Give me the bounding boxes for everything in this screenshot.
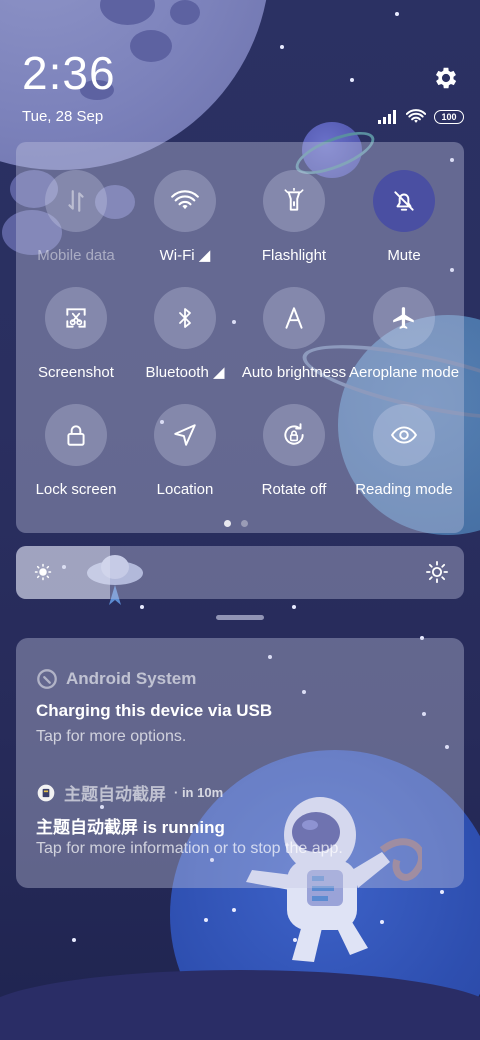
- brightness-low-icon: [34, 563, 52, 581]
- bell-muted-icon: [394, 191, 414, 211]
- auto-brightness-icon: [285, 307, 303, 329]
- notification-title: Charging this device via USB: [36, 701, 273, 720]
- wifi-icon: [406, 109, 426, 123]
- page-dot-2[interactable]: [241, 520, 248, 527]
- tile-label: Reading mode: [355, 481, 453, 498]
- wifi-icon: [171, 190, 199, 210]
- tile-label: Location: [156, 481, 214, 498]
- airplane-icon: [393, 307, 414, 329]
- expand-menu-icon[interactable]: ◢: [213, 364, 225, 381]
- clock-date: Tue, 28 Sep: [22, 108, 104, 125]
- tile-label: Flashlight: [261, 247, 327, 264]
- tile-bluetooth[interactable]: Bluetooth ◢: [130, 287, 240, 387]
- brightness-slider-fill: [16, 546, 111, 599]
- tile-mute[interactable]: Mute: [349, 170, 459, 270]
- tile-location[interactable]: Location: [130, 404, 240, 504]
- page-dot-1[interactable]: [224, 520, 231, 527]
- lock-icon: [67, 425, 85, 446]
- notification-app-name: Android System: [66, 669, 197, 688]
- status-bar-icons: 100: [378, 108, 464, 126]
- tile-wifi[interactable]: Wi-Fi ◢: [130, 170, 240, 270]
- tile-aeroplane-mode[interactable]: Aeroplane mode: [349, 287, 459, 387]
- tile-reading-mode[interactable]: Reading mode: [349, 404, 459, 504]
- tile-auto-brightness[interactable]: Auto brightness: [239, 287, 349, 387]
- notification-body: Tap for more options.: [36, 728, 187, 745]
- tile-label: Screenshot: [38, 364, 114, 381]
- tile-mobile-data[interactable]: Mobile data: [21, 170, 131, 270]
- tile-label: Aeroplane mode: [349, 364, 460, 381]
- gear-icon[interactable]: [432, 64, 460, 92]
- bluetooth-icon: [179, 308, 191, 328]
- signal-bars-icon: [378, 110, 396, 124]
- tile-rotate-off[interactable]: Rotate off: [239, 404, 349, 504]
- notification-body: Tap for more information or to stop the …: [36, 840, 343, 857]
- tile-label: Bluetooth: [145, 364, 209, 381]
- location-arrow-icon: [174, 424, 196, 446]
- tile-flashlight[interactable]: Flashlight: [239, 170, 349, 270]
- app-icon: [37, 784, 55, 801]
- tile-label: Mute: [387, 247, 421, 264]
- tile-label: Wi-Fi: [159, 247, 195, 264]
- notification-app-name: 主题自动截屏: [64, 785, 166, 804]
- eye-icon: [390, 426, 418, 444]
- page-indicator[interactable]: [224, 520, 248, 527]
- tile-label: Auto brightness: [241, 364, 347, 381]
- clock-time: 2:36: [22, 47, 116, 99]
- expand-menu-icon[interactable]: ◢: [199, 247, 211, 264]
- brightness-slider[interactable]: [16, 546, 464, 599]
- tile-label: Rotate off: [261, 481, 327, 498]
- tile-label: Mobile data: [37, 247, 115, 264]
- screenshot-icon: [66, 308, 86, 328]
- android-system-icon: [37, 669, 57, 689]
- tile-screenshot[interactable]: Screenshot: [21, 287, 131, 387]
- battery-indicator: 100: [434, 110, 464, 124]
- flashlight-icon: [284, 188, 304, 211]
- notification-time: · in 10m: [174, 785, 224, 800]
- tile-label: Lock screen: [35, 481, 117, 498]
- notification-title: 主题自动截屏 is running: [36, 818, 225, 837]
- drag-handle[interactable]: [216, 615, 264, 620]
- rotate-lock-icon: [284, 423, 304, 445]
- brightness-high-icon: [426, 561, 448, 583]
- tile-lock-screen[interactable]: Lock screen: [21, 404, 131, 504]
- mobile-data-icon: [68, 190, 84, 212]
